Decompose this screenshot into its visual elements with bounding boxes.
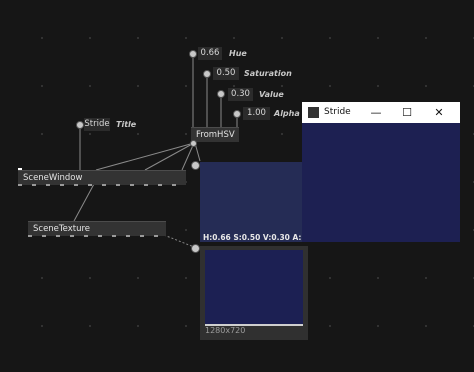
scenewindow-ports[interactable] [18,184,186,186]
alpha-label: Alpha [274,109,300,118]
scenetexture-ports[interactable] [28,235,166,237]
texture-size-label: 1280x720 [205,326,246,335]
scenetexture-node[interactable]: SceneTexture [28,221,166,237]
fromhsv-node[interactable]: FromHSV [191,127,239,142]
value-pin[interactable] [217,90,225,98]
stride-render-window[interactable]: Stride — ☐ ✕ [302,102,460,242]
title-label: Title [116,120,137,129]
value-input[interactable]: 0.30 [228,88,253,101]
color-tooltip-pin[interactable] [191,161,200,170]
hue-pin[interactable] [189,50,197,58]
window-title: Stride [324,107,351,117]
window-titlebar[interactable]: Stride — ☐ ✕ [302,102,460,123]
color-preview-swatch [200,162,304,242]
minimize-button[interactable]: — [361,102,391,123]
fromhsv-node-title: FromHSV [196,130,235,140]
saturation-pin[interactable] [203,70,211,78]
title-input[interactable]: Stride [84,118,110,131]
app-icon [308,107,319,118]
texture-tooltip-pin[interactable] [191,244,200,253]
close-button[interactable]: ✕ [424,102,454,123]
fromhsv-output-pin[interactable] [190,140,197,147]
saturation-input[interactable]: 0.50 [213,67,239,80]
alpha-pin[interactable] [233,110,241,118]
scenewindow-node[interactable]: SceneWindow [18,170,186,186]
maximize-button[interactable]: ☐ [392,102,422,123]
scenetexture-node-title: SceneTexture [33,224,91,234]
texture-preview-image [205,250,303,326]
texture-preview: 1280x720 [200,246,308,340]
value-label: Value [259,90,284,99]
hue-label: Hue [229,49,247,58]
scenewindow-node-title: SceneWindow [23,173,83,183]
hue-input[interactable]: 0.66 [198,47,222,60]
title-pin[interactable] [76,121,84,129]
saturation-label: Saturation [244,69,292,78]
alpha-input[interactable]: 1.00 [243,107,270,120]
